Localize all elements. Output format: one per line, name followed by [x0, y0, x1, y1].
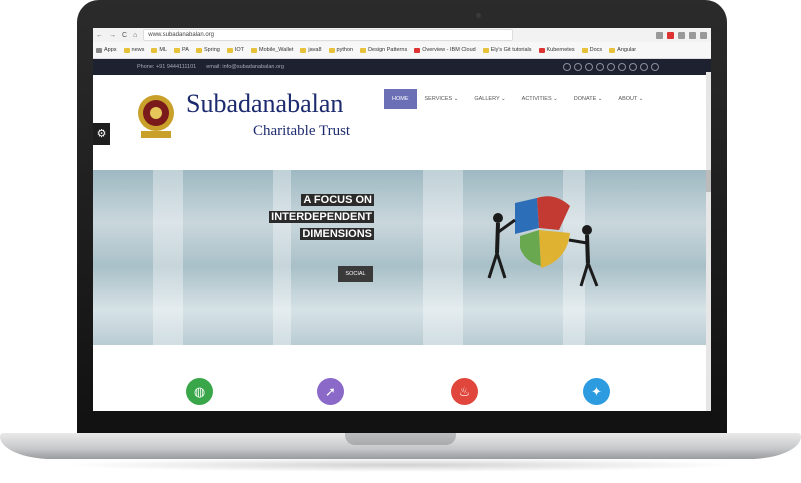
- hero-headline: A FOCUS ON INTERDEPENDENT DIMENSIONS: [269, 192, 374, 243]
- bookmark[interactable]: Design Patterns: [360, 47, 407, 53]
- folder-icon: [360, 47, 367, 53]
- nav-services[interactable]: SERVICES ⌄: [417, 89, 467, 109]
- opera-icon[interactable]: [667, 31, 674, 39]
- bookmark[interactable]: PA: [174, 47, 189, 53]
- twitter-icon[interactable]: [563, 63, 571, 71]
- folder-icon: [538, 47, 545, 53]
- email-link[interactable]: email: info@subadanabalan.org: [206, 64, 284, 70]
- extensions: [656, 31, 707, 39]
- phone-text: Phone: +91 9444111101: [137, 64, 197, 70]
- hero-line-1: A FOCUS ON: [301, 194, 374, 206]
- brand-name: Subadanabalan: [186, 89, 344, 118]
- bookmark[interactable]: Docs: [581, 47, 602, 53]
- feature-icons: ◍ ➚ ♨ ✦: [93, 345, 711, 405]
- star-icon[interactable]: [656, 31, 663, 39]
- home-icon[interactable]: ⌂: [133, 32, 137, 39]
- bookmark[interactable]: news: [123, 47, 144, 53]
- twitter-icon[interactable]: ✦: [583, 378, 610, 405]
- puzzle-illustration: [487, 196, 599, 287]
- bookmark[interactable]: Ely's Git tutorials: [482, 47, 532, 53]
- settings-gear-icon[interactable]: ⚙: [93, 123, 110, 145]
- hero-line-2: INTERDEPENDENT: [269, 211, 374, 223]
- folder-icon: [328, 47, 335, 53]
- brand-subtitle: Charitable Trust: [253, 123, 351, 139]
- nav-donate[interactable]: DONATE ⌄: [566, 89, 611, 109]
- folder-icon: [226, 47, 233, 53]
- folder-icon: [414, 47, 421, 53]
- nav-home[interactable]: HOME: [384, 89, 417, 109]
- globe-icon[interactable]: ◍: [186, 378, 213, 405]
- extension-icon[interactable]: [689, 31, 696, 39]
- rocket-icon[interactable]: ➚: [317, 378, 344, 405]
- folder-icon: [251, 47, 258, 53]
- main-nav: HOME SERVICES ⌄ GALLERY ⌄ ACTIVITIES ⌄ D…: [384, 89, 651, 109]
- youtube-icon[interactable]: [618, 63, 626, 71]
- bookmark[interactable]: python: [328, 47, 353, 53]
- forward-icon[interactable]: →: [109, 32, 116, 39]
- bookmark[interactable]: java8: [300, 47, 322, 53]
- folder-icon: [300, 47, 307, 53]
- bookmarks-bar: Apps news ML PA Spring IOT Mobile_Wallet…: [93, 42, 711, 59]
- address-bar: ← → C ⌂ www.subadanabalan.org: [93, 28, 711, 42]
- contact-bar: Phone: +91 9444111101 email: info@subada…: [93, 59, 711, 75]
- apps-icon: [96, 47, 102, 53]
- folder-icon: [195, 47, 202, 53]
- extension-icon[interactable]: [678, 31, 685, 39]
- hero-streak: [423, 170, 463, 345]
- site-header: Subadanabalan Charitable Trust HOME SERV…: [93, 75, 711, 170]
- nav-gallery[interactable]: GALLERY ⌄: [466, 89, 513, 109]
- hero-banner: A FOCUS ON INTERDEPENDENT DIMENSIONS SOC…: [93, 170, 711, 345]
- social-button[interactable]: SOCIAL: [338, 266, 373, 282]
- bookmark[interactable]: Kubernetes: [538, 47, 575, 53]
- folder-icon: [174, 47, 181, 53]
- camera: [476, 13, 481, 18]
- nav-activities[interactable]: ACTIVITIES ⌄: [514, 89, 566, 109]
- bookmark[interactable]: Angular: [609, 47, 636, 53]
- rss-icon[interactable]: [651, 63, 659, 71]
- social-links: [563, 63, 659, 71]
- instagram-icon[interactable]: [629, 63, 637, 71]
- hero-streak: [153, 170, 183, 345]
- bookmark[interactable]: Apps: [96, 47, 117, 53]
- folder-icon: [123, 47, 130, 53]
- hero-line-3: DIMENSIONS: [300, 228, 374, 240]
- reload-icon[interactable]: C: [122, 32, 127, 39]
- url-field[interactable]: www.subadanabalan.org: [143, 29, 514, 41]
- menu-icon[interactable]: [700, 31, 707, 39]
- scrollbar-thumb[interactable]: [706, 170, 711, 192]
- folder-icon: [581, 47, 588, 53]
- facebook-icon[interactable]: [574, 63, 582, 71]
- bookmark[interactable]: Overview - IBM Cloud: [414, 47, 476, 53]
- folder-icon: [151, 47, 158, 53]
- pinterest-icon[interactable]: [585, 63, 593, 71]
- bookmark[interactable]: Mobile_Wallet: [251, 47, 293, 53]
- bookmark[interactable]: ML: [151, 47, 167, 53]
- linkedin-icon[interactable]: [596, 63, 604, 71]
- back-icon[interactable]: ←: [96, 32, 103, 39]
- bookmark[interactable]: Spring: [195, 47, 220, 53]
- laptop-screen: ← → C ⌂ www.subadanabalan.org Apps news …: [93, 28, 711, 411]
- trust-logo[interactable]: [133, 91, 179, 141]
- fire-icon[interactable]: ♨: [451, 378, 478, 405]
- laptop-notch: [345, 433, 456, 445]
- laptop-shadow: [60, 458, 740, 472]
- skype-icon[interactable]: [607, 63, 615, 71]
- bookmark[interactable]: IOT: [226, 47, 244, 53]
- flickr-icon[interactable]: [640, 63, 648, 71]
- page-scrollbar[interactable]: [706, 72, 711, 411]
- nav-about[interactable]: ABOUT ⌄: [610, 89, 651, 109]
- folder-icon: [482, 47, 489, 53]
- folder-icon: [609, 47, 616, 53]
